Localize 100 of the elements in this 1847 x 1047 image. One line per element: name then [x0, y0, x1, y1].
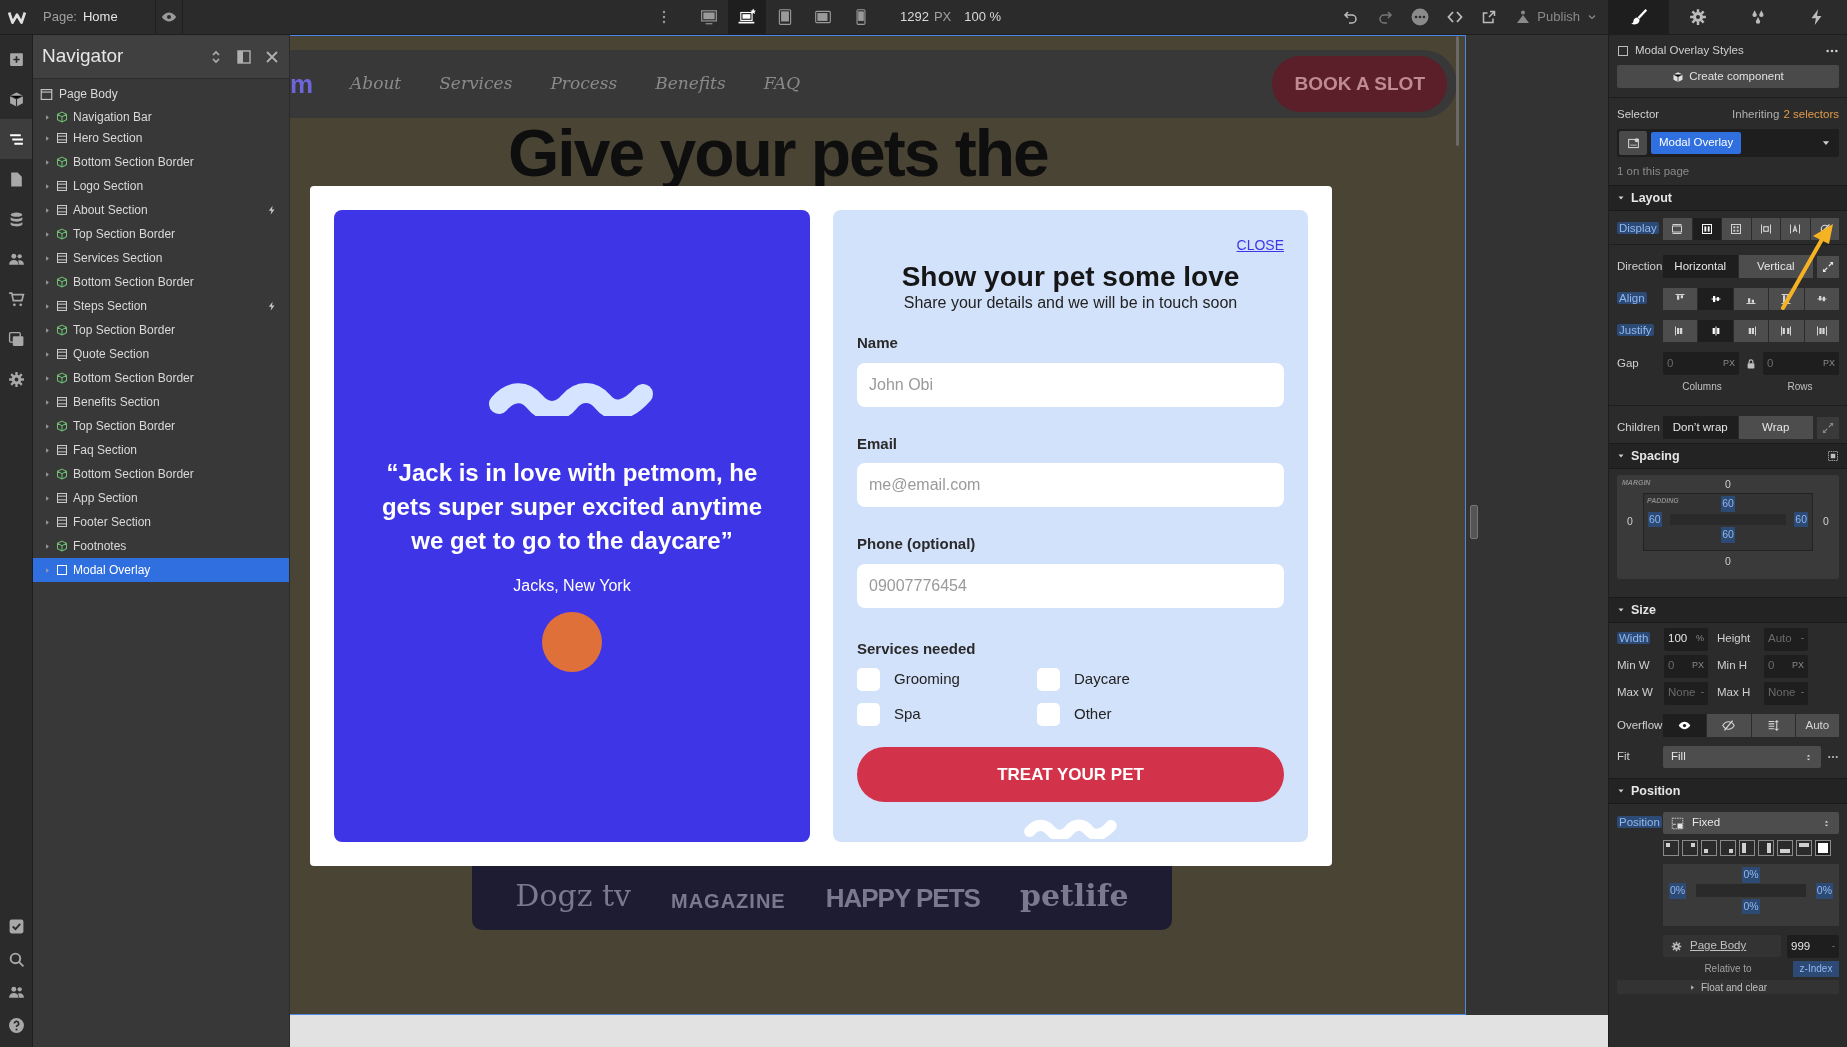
inheriting-link[interactable]: 2 selectors [1783, 106, 1839, 124]
justify-option[interactable] [1769, 319, 1804, 342]
checkbox-option[interactable]: Other [1037, 703, 1217, 726]
expand-arrow-icon[interactable] [44, 470, 51, 478]
expand-arrow-icon[interactable] [44, 350, 51, 358]
code-icon[interactable] [1447, 9, 1464, 25]
direction-option[interactable]: Vertical [1738, 255, 1813, 278]
resize-handle[interactable] [1470, 505, 1478, 539]
publish-button[interactable]: Publish [1505, 0, 1608, 35]
expand-arrow-icon[interactable] [44, 326, 51, 334]
tree-item[interactable]: Logo Section [33, 174, 289, 198]
unit-label[interactable]: % [1696, 632, 1704, 646]
expand-arrow-icon[interactable] [44, 113, 51, 121]
lock-icon[interactable] [1745, 357, 1757, 370]
fit-select[interactable]: Fill [1663, 746, 1821, 768]
tree-item[interactable]: Services Section [33, 246, 289, 270]
unit-label[interactable]: - [1801, 632, 1804, 646]
position-preset[interactable] [1701, 840, 1717, 856]
expand-arrow-icon[interactable] [44, 182, 51, 190]
tree-item[interactable]: Bottom Section Border [33, 366, 289, 390]
tree-item[interactable]: Quote Section [33, 342, 289, 366]
checkbox[interactable] [857, 703, 880, 726]
selector-field[interactable]: Modal Overlay [1617, 129, 1839, 157]
position-preset[interactable] [1815, 840, 1831, 856]
number-field[interactable]: 0 PX [1663, 352, 1739, 375]
tree-item[interactable]: App Section [33, 486, 289, 510]
close-link[interactable]: CLOSE [1236, 235, 1284, 256]
tree-item[interactable]: Top Section Border [33, 222, 289, 246]
unit-label[interactable]: PX [1692, 659, 1704, 673]
tree-item[interactable]: Bottom Section Border [33, 462, 289, 486]
spacing-value[interactable]: 0 [1617, 513, 1643, 530]
tree-item[interactable]: Page Body [33, 84, 289, 104]
more-options-icon[interactable] [1411, 8, 1430, 26]
number-field[interactable]: 0 PX [1664, 654, 1708, 678]
panel-tab[interactable] [1609, 0, 1669, 35]
expand-arrow-icon[interactable] [44, 158, 51, 166]
justify-option[interactable] [1663, 319, 1698, 342]
number-field[interactable]: Auto - [1764, 627, 1808, 651]
tree-item[interactable]: Bottom Section Border [33, 270, 289, 294]
overflow-option[interactable] [1751, 714, 1795, 737]
input-field[interactable]: me@email.com [857, 463, 1284, 507]
justify-option[interactable] [1698, 319, 1733, 342]
align-option[interactable] [1733, 287, 1769, 310]
align-option[interactable] [1804, 287, 1840, 310]
wrap-option[interactable]: Wrap [1738, 416, 1813, 439]
tree-item[interactable]: Top Section Border [33, 414, 289, 438]
unit-label[interactable]: - [1701, 686, 1704, 700]
spacing-value[interactable]: 60 [1721, 495, 1735, 512]
position-preset[interactable] [1720, 840, 1736, 856]
display-option[interactable] [1751, 217, 1780, 240]
unit-label[interactable]: PX [1792, 659, 1804, 673]
position-select[interactable]: Fixed [1663, 812, 1839, 834]
tree-item[interactable]: Hero Section [33, 126, 289, 150]
expand-arrow-icon[interactable] [44, 446, 51, 454]
sidebar-tool[interactable] [0, 119, 32, 159]
spacing-value[interactable]: 60 [1721, 527, 1735, 543]
relative-to-button[interactable]: Page Body [1663, 935, 1781, 957]
align-option[interactable] [1698, 287, 1733, 310]
display-option[interactable] [1663, 217, 1692, 240]
offset-value[interactable]: 0% [1742, 867, 1760, 883]
checkbox-option[interactable]: Grooming [857, 668, 1037, 691]
expand-arrow-icon[interactable] [44, 494, 51, 502]
tree-item[interactable]: Faq Section [33, 438, 289, 462]
undo-icon[interactable] [1343, 9, 1360, 25]
expand-arrow-icon[interactable] [44, 374, 51, 382]
offset-value[interactable]: 0% [1742, 898, 1760, 915]
tree-item[interactable]: Footnotes [33, 534, 289, 558]
section-header[interactable]: Spacing [1609, 443, 1847, 469]
expand-arrow-icon[interactable] [44, 230, 51, 238]
offset-value[interactable]: 0% [1815, 882, 1833, 899]
expand-arrow-icon[interactable] [44, 422, 51, 430]
offset-value[interactable]: 0% [1669, 882, 1687, 899]
spacing-value[interactable]: 0 [1725, 553, 1731, 570]
book-slot-button[interactable]: BOOK A SLOT [1272, 56, 1447, 112]
checkbox[interactable] [857, 668, 880, 691]
tree-item[interactable]: Steps Section [33, 294, 289, 318]
position-preset[interactable] [1796, 840, 1812, 856]
checkbox-option[interactable]: Daycare [1037, 668, 1217, 691]
tree-item[interactable]: Modal Overlay [33, 558, 289, 582]
input-field[interactable]: John Obi [857, 362, 1284, 407]
tree-item[interactable]: Bottom Section Border [33, 150, 289, 174]
position-preset[interactable] [1682, 840, 1698, 856]
section-header[interactable]: Size [1609, 597, 1847, 623]
tree-item[interactable]: Footer Section [33, 510, 289, 534]
redo-icon[interactable] [1377, 9, 1394, 25]
unit-label[interactable]: - [1801, 686, 1804, 700]
spacing-value[interactable]: 0 [1725, 477, 1731, 493]
expand-arrow-icon[interactable] [44, 518, 51, 526]
selector-chip[interactable]: Modal Overlay [1651, 132, 1742, 154]
position-preset[interactable] [1777, 840, 1793, 856]
section-header[interactable]: Float and clear [1617, 980, 1839, 994]
spacing-toggle-icon[interactable] [1827, 450, 1839, 462]
checkbox-option[interactable]: Spa [857, 703, 1037, 726]
position-preset[interactable] [1758, 840, 1774, 856]
submit-button[interactable]: TREAT YOUR PET [857, 747, 1284, 802]
justify-option[interactable] [1804, 319, 1840, 342]
breakpoint-button[interactable] [728, 0, 766, 35]
page-selector[interactable]: Page: Home [43, 0, 155, 35]
expand-arrow-icon[interactable] [44, 278, 51, 286]
position-preset[interactable] [1663, 840, 1679, 856]
